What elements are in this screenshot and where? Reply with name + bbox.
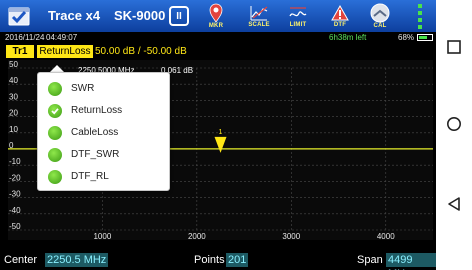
radio-icon — [48, 81, 62, 96]
pause-button[interactable]: II — [169, 6, 189, 26]
dtf-button[interactable]: DTF — [327, 0, 353, 32]
trace-count-label[interactable]: Trace x4 — [48, 0, 100, 32]
battery-percent: 68% — [398, 33, 415, 42]
y-tick-label: -40 — [9, 206, 21, 215]
y-tick-label: -10 — [9, 157, 21, 166]
scale-readout: 50.00 dB / -50.00 dB — [95, 46, 187, 57]
scale-button[interactable]: SCALE — [246, 0, 272, 32]
marker-button[interactable]: MKR — [203, 0, 229, 32]
menu-item-label: DTF_SWR — [71, 149, 120, 160]
center-value[interactable]: 2250.5 MHz — [45, 253, 109, 267]
y-tick-label: -20 — [9, 173, 21, 182]
scale-icon — [250, 5, 268, 20]
radio-icon — [48, 125, 62, 140]
y-tick-label: 40 — [9, 76, 18, 85]
mode-dropdown-menu: SWR ReturnLoss CableLoss DTF_SWR DTF_RL — [37, 72, 170, 191]
marker-button-label: MKR — [208, 22, 224, 29]
recent-apps-button[interactable] — [436, 29, 472, 65]
span-value[interactable]: 4499 MHz — [386, 253, 436, 270]
menu-item-cableloss[interactable]: CableLoss — [38, 122, 169, 143]
trace-selector[interactable]: Tr1 — [6, 45, 34, 58]
menu-item-swr[interactable]: SWR — [38, 78, 169, 99]
menu-item-dtf-rl[interactable]: DTF_RL — [38, 166, 169, 187]
menu-item-label: CableLoss — [71, 127, 119, 138]
status-time: 04:49:07 — [46, 33, 78, 42]
x-tick-label: 3000 — [282, 232, 300, 240]
menu-item-label: ReturnLoss — [71, 105, 123, 116]
home-button[interactable] — [436, 106, 472, 142]
app-check-icon[interactable] — [6, 0, 32, 32]
status-date: 2016/11/24 — [5, 33, 45, 42]
battery-icon — [417, 34, 433, 41]
battery-time-left: 6h38m left — [329, 33, 367, 42]
marker-number: 1 — [219, 129, 223, 136]
marker-pin-icon — [209, 3, 223, 23]
trace-info-row: Tr1 ReturnLoss 50.00 dB / -50.00 dB — [0, 43, 436, 59]
menu-item-returnloss[interactable]: ReturnLoss — [38, 100, 169, 121]
y-tick-label: 10 — [9, 125, 18, 134]
model-label: SK-9000 — [114, 8, 166, 23]
points-value[interactable]: 201 — [226, 253, 249, 267]
x-tick-label: 4000 — [377, 232, 395, 240]
limit-button[interactable]: LIMIT — [285, 0, 311, 32]
battery-level-fill — [419, 36, 428, 39]
center-label: Center — [4, 254, 38, 266]
points-label: Points — [194, 254, 225, 266]
calibration-button[interactable]: CAL — [367, 0, 393, 32]
span-label: Span — [357, 254, 383, 266]
limit-button-label: LIMIT — [289, 21, 307, 28]
x-tick-label: 2000 — [188, 232, 206, 240]
bottom-bar: Center 2250.5 MHz Points 201 Span 4499 M… — [0, 250, 436, 270]
y-tick-label: -50 — [9, 222, 21, 231]
radio-icon — [48, 147, 62, 162]
limit-icon — [289, 6, 307, 16]
scale-button-label: SCALE — [248, 21, 270, 28]
dtf-warning-icon — [331, 4, 349, 20]
menu-item-dtf-swr[interactable]: DTF_SWR — [38, 144, 169, 165]
top-toolbar: Trace x4 SK-9000 II MKR SCALE LIMIT DTF — [0, 0, 436, 32]
back-button[interactable] — [436, 186, 472, 222]
square-icon — [447, 40, 461, 54]
marker-triangle — [214, 136, 227, 153]
calibration-button-label: CAL — [373, 22, 387, 29]
more-options-icon[interactable] — [414, 0, 426, 32]
radio-icon — [48, 169, 62, 184]
android-nav-bar — [436, 0, 472, 270]
y-tick-label: -30 — [9, 190, 21, 199]
menu-item-label: SWR — [71, 83, 95, 94]
calibration-icon — [370, 3, 390, 22]
y-tick-label: 20 — [9, 109, 18, 118]
checked-radio-icon — [48, 103, 62, 118]
dtf-button-label: DTF — [333, 21, 347, 28]
y-tick-label: 30 — [9, 92, 18, 101]
circle-icon — [447, 117, 461, 131]
back-triangle-icon — [448, 197, 460, 211]
menu-caret — [50, 65, 64, 72]
x-tick-label: 1000 — [93, 232, 111, 240]
menu-item-label: DTF_RL — [71, 171, 109, 182]
measurement-mode-selector[interactable]: ReturnLoss — [37, 45, 93, 58]
y-tick-label: 50 — [9, 60, 18, 69]
status-strip: 2016/11/24 04:49:07 6h38m left 68% — [0, 32, 436, 43]
